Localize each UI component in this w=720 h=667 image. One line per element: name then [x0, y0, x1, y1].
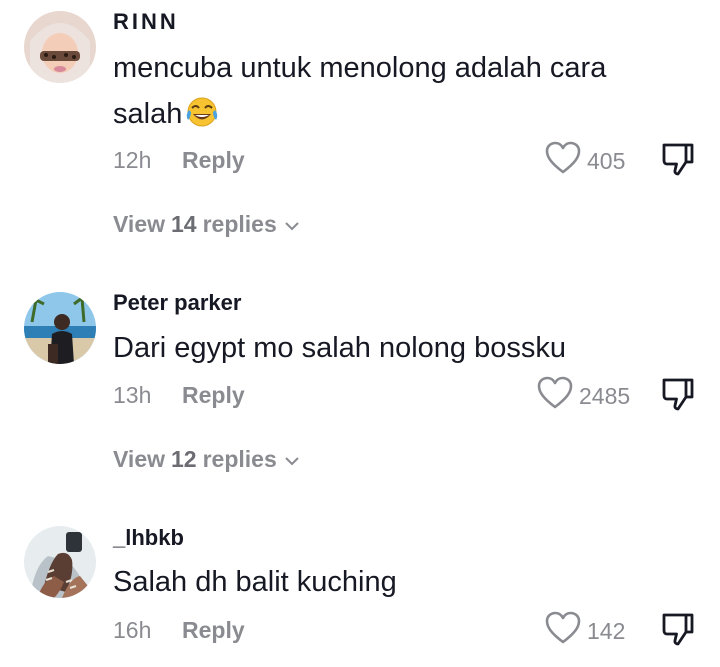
comment-username[interactable]: _lhbkb — [113, 525, 184, 551]
avatar-image — [24, 526, 96, 598]
like-count: 142 — [587, 617, 626, 644]
heart-outline-icon — [545, 611, 581, 651]
like-button[interactable]: 142 — [545, 611, 625, 651]
thumbs-down-icon — [660, 613, 696, 651]
avatar[interactable] — [24, 526, 96, 598]
comment-timestamp: 16h — [113, 617, 152, 643]
comment-text: Salah dh balit kuching — [113, 566, 397, 598]
reply-button[interactable]: Reply — [182, 617, 245, 644]
dislike-button[interactable] — [660, 611, 696, 652]
comment-item: _lhbkb Salah dh balit kuching 16h Reply … — [0, 0, 720, 667]
